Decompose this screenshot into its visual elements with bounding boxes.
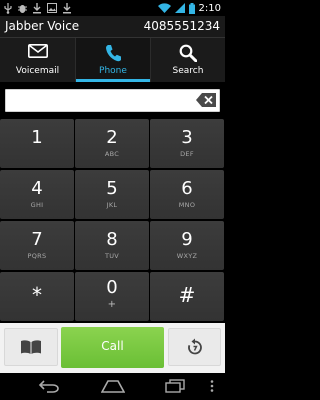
dial-input-area	[0, 82, 225, 118]
tab-search[interactable]: Search	[150, 38, 225, 82]
dialpad: 1 2 ABC 3 DEF 4 GHI 5 JKL 6 MNO 7 PQRS 8…	[0, 118, 225, 323]
app-title: Jabber Voice	[5, 19, 80, 33]
key-1[interactable]: 1	[0, 119, 74, 168]
backspace-icon[interactable]	[196, 93, 216, 107]
key-digit: 0	[106, 277, 118, 298]
key-pound[interactable]: #	[150, 272, 224, 321]
phone-icon	[106, 45, 121, 62]
overflow-menu-icon[interactable]	[210, 379, 214, 393]
key-letters: PQRS	[27, 252, 47, 260]
key-letters: ABC	[104, 150, 120, 158]
image-icon	[47, 3, 57, 13]
key-digit: 3	[181, 127, 193, 148]
wifi-icon	[157, 3, 171, 13]
redial-icon	[187, 338, 202, 355]
debug-icon	[18, 4, 27, 13]
book-icon	[21, 340, 41, 354]
key-digit: *	[32, 283, 42, 307]
notification-icons	[4, 2, 71, 14]
key-8[interactable]: 8 TUV	[75, 221, 149, 270]
key-digit: 5	[106, 178, 118, 199]
key-9[interactable]: 9 WXYZ	[150, 221, 224, 270]
app-bar: Jabber Voice 4085551234	[0, 16, 225, 38]
call-action-bar: Call	[0, 323, 225, 373]
key-digit: 2	[106, 127, 118, 148]
battery-icon	[188, 2, 195, 14]
tab-voicemail[interactable]: Voicemail	[0, 38, 75, 82]
search-icon	[179, 44, 197, 62]
key-digit: 8	[106, 229, 118, 250]
key-digit: 9	[181, 229, 193, 250]
key-3[interactable]: 3 DEF	[150, 119, 224, 168]
key-letters: WXYZ	[176, 252, 198, 260]
contacts-button[interactable]	[4, 328, 58, 366]
call-button-label: Call	[101, 339, 124, 353]
key-0[interactable]: 0 +	[75, 272, 149, 321]
key-letters: +	[107, 299, 117, 310]
key-digit: 6	[181, 178, 193, 199]
system-icons: 2:10	[157, 1, 221, 15]
key-digit: 4	[31, 178, 43, 199]
dial-number-input[interactable]	[5, 89, 220, 112]
status-bar: 2:10	[0, 0, 225, 16]
voicemail-icon	[27, 44, 48, 58]
key-7[interactable]: 7 PQRS	[0, 221, 74, 270]
key-letters: JKL	[106, 201, 118, 209]
key-letters: GHI	[30, 201, 44, 209]
key-digit: #	[178, 283, 196, 307]
signal-icon	[174, 3, 185, 13]
key-letters: DEF	[180, 150, 194, 158]
key-4[interactable]: 4 GHI	[0, 170, 74, 219]
system-navigation-bar	[0, 373, 225, 400]
tab-phone-label: Phone	[99, 66, 127, 76]
clock: 2:10	[198, 2, 221, 14]
tab-search-label: Search	[172, 66, 204, 76]
redial-button[interactable]	[168, 328, 221, 366]
usb-icon	[4, 2, 12, 14]
key-letters: TUV	[104, 252, 120, 260]
download-icon	[33, 2, 41, 13]
key-6[interactable]: 6 MNO	[150, 170, 224, 219]
account-phone-number: 4085551234	[143, 19, 220, 33]
key-5[interactable]: 5 JKL	[75, 170, 149, 219]
back-icon[interactable]	[38, 379, 60, 393]
tab-voicemail-label: Voicemail	[15, 66, 60, 76]
tab-bar: Voicemail Phone Search	[0, 38, 225, 82]
key-digit: 1	[31, 127, 43, 148]
tab-phone[interactable]: Phone	[75, 38, 150, 82]
recent-apps-icon[interactable]	[165, 379, 185, 393]
key-2[interactable]: 2 ABC	[75, 119, 149, 168]
home-icon[interactable]	[101, 379, 125, 393]
key-star[interactable]: *	[0, 272, 74, 321]
key-digit: 7	[31, 229, 43, 250]
download-icon	[63, 2, 71, 13]
call-button[interactable]: Call	[61, 327, 164, 368]
key-letters: MNO	[178, 201, 196, 209]
